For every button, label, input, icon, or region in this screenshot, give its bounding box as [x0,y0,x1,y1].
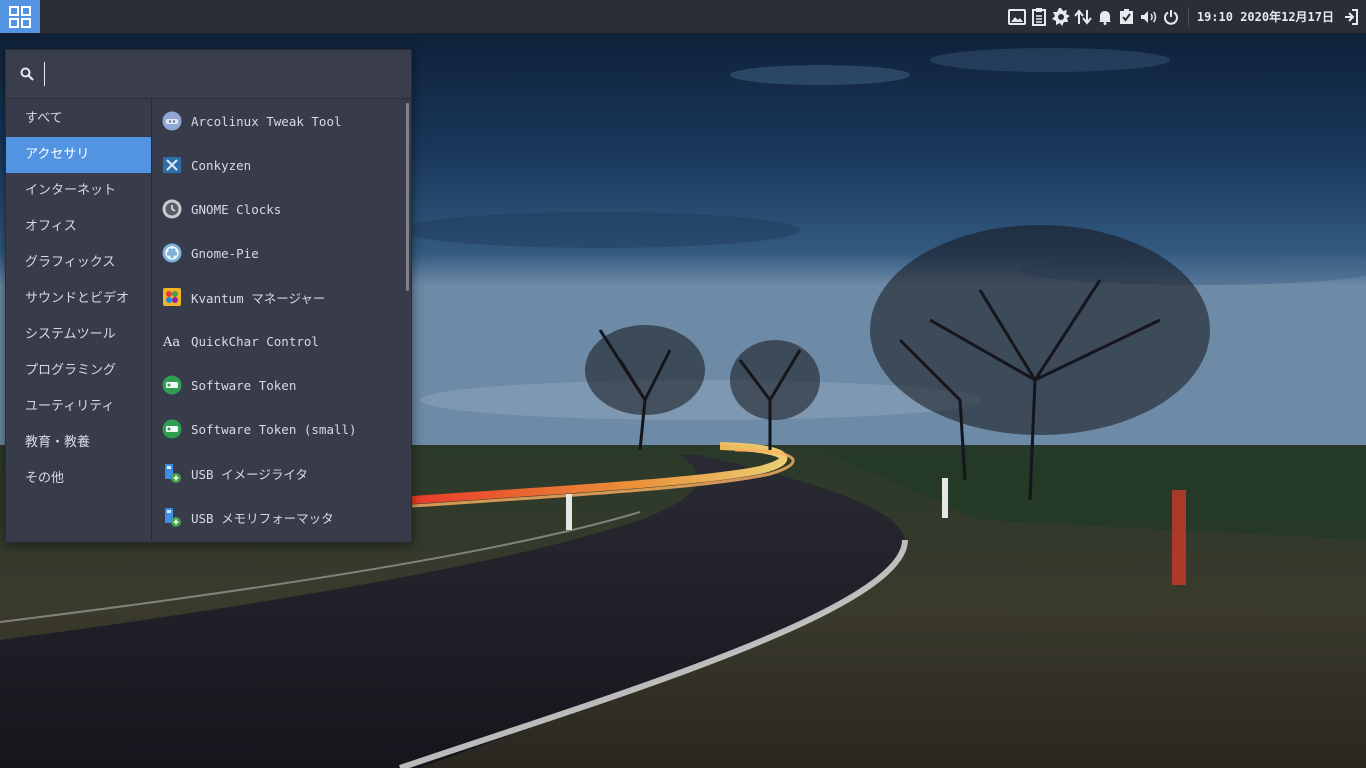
settings-gear-icon[interactable] [1050,0,1072,33]
logout-icon[interactable] [1340,0,1362,33]
quickchar-icon: Aa [162,331,182,351]
image-viewer-icon[interactable] [1006,0,1028,33]
app-item-usb-formatter[interactable]: USB メモリフォーマッタ [152,495,411,539]
kvantum-icon [162,287,182,307]
category-education[interactable]: 教育・教養 [6,425,151,461]
notification-bell-icon[interactable] [1094,0,1116,33]
usb-image-writer-icon [162,463,182,483]
app-item-kvantum-manager[interactable]: Kvantum マネージャー [152,275,411,319]
power-icon[interactable] [1160,0,1182,33]
app-item-software-token-small[interactable]: Software Token (small) [152,407,411,451]
category-office[interactable]: オフィス [6,209,151,245]
top-panel: 19:10 2020年12月17日 [0,0,1366,34]
app-item-conkyzen[interactable]: Conkyzen [152,143,411,187]
app-item-software-token[interactable]: Software Token [152,363,411,407]
app-list: Arcolinux Tweak Tool Conkyzen GNOME Cloc… [152,99,411,544]
system-tray: 19:10 2020年12月17日 [1006,0,1366,33]
software-token-icon [162,375,182,395]
clock[interactable]: 19:10 2020年12月17日 [1197,8,1334,25]
grid-icon [9,5,31,28]
app-menu-button[interactable] [0,0,40,33]
category-list: すべて アクセサリ インターネット オフィス グラフィックス サウンドとビデオ … [6,99,152,544]
app-item-usb-image-writer[interactable]: USB イメージライタ [152,451,411,495]
category-system-tools[interactable]: システムツール [6,317,151,353]
category-sound-video[interactable]: サウンドとビデオ [6,281,151,317]
usb-formatter-icon [162,507,182,527]
menu-body: すべて アクセサリ インターネット オフィス グラフィックス サウンドとビデオ … [6,99,411,544]
svg-text:Aa: Aa [162,335,180,350]
application-menu: すべて アクセサリ インターネット オフィス グラフィックス サウンドとビデオ … [5,49,412,544]
category-other[interactable]: その他 [6,461,151,497]
clock-icon [162,199,182,219]
app-list-scrollbar[interactable] [406,103,409,291]
category-internet[interactable]: インターネット [6,173,151,209]
tweak-tool-icon [162,111,182,131]
category-all[interactable]: すべて [6,101,151,137]
tray-separator [1187,6,1189,27]
conkyzen-icon [162,155,182,175]
network-arrows-icon[interactable] [1072,0,1094,33]
category-programming[interactable]: プログラミング [6,353,151,389]
app-item-gnome-clocks[interactable]: GNOME Clocks [152,187,411,231]
checkbox-task-icon[interactable] [1116,0,1138,33]
search-icon [20,67,34,81]
app-item-gnome-pie[interactable]: Gnome-Pie [152,231,411,275]
app-item-arcolinux-tweak-tool[interactable]: Arcolinux Tweak Tool [152,99,411,143]
app-item-quickchar-control[interactable]: Aa QuickChar Control [152,319,411,363]
category-graphics[interactable]: グラフィックス [6,245,151,281]
search-input[interactable] [44,62,389,86]
category-utilities[interactable]: ユーティリティ [6,389,151,425]
volume-icon[interactable] [1138,0,1160,33]
category-accessories[interactable]: アクセサリ [6,137,151,173]
gnome-pie-icon [162,243,182,263]
software-token-small-icon [162,419,182,439]
clipboard-icon[interactable] [1028,0,1050,33]
search-bar [6,50,411,99]
